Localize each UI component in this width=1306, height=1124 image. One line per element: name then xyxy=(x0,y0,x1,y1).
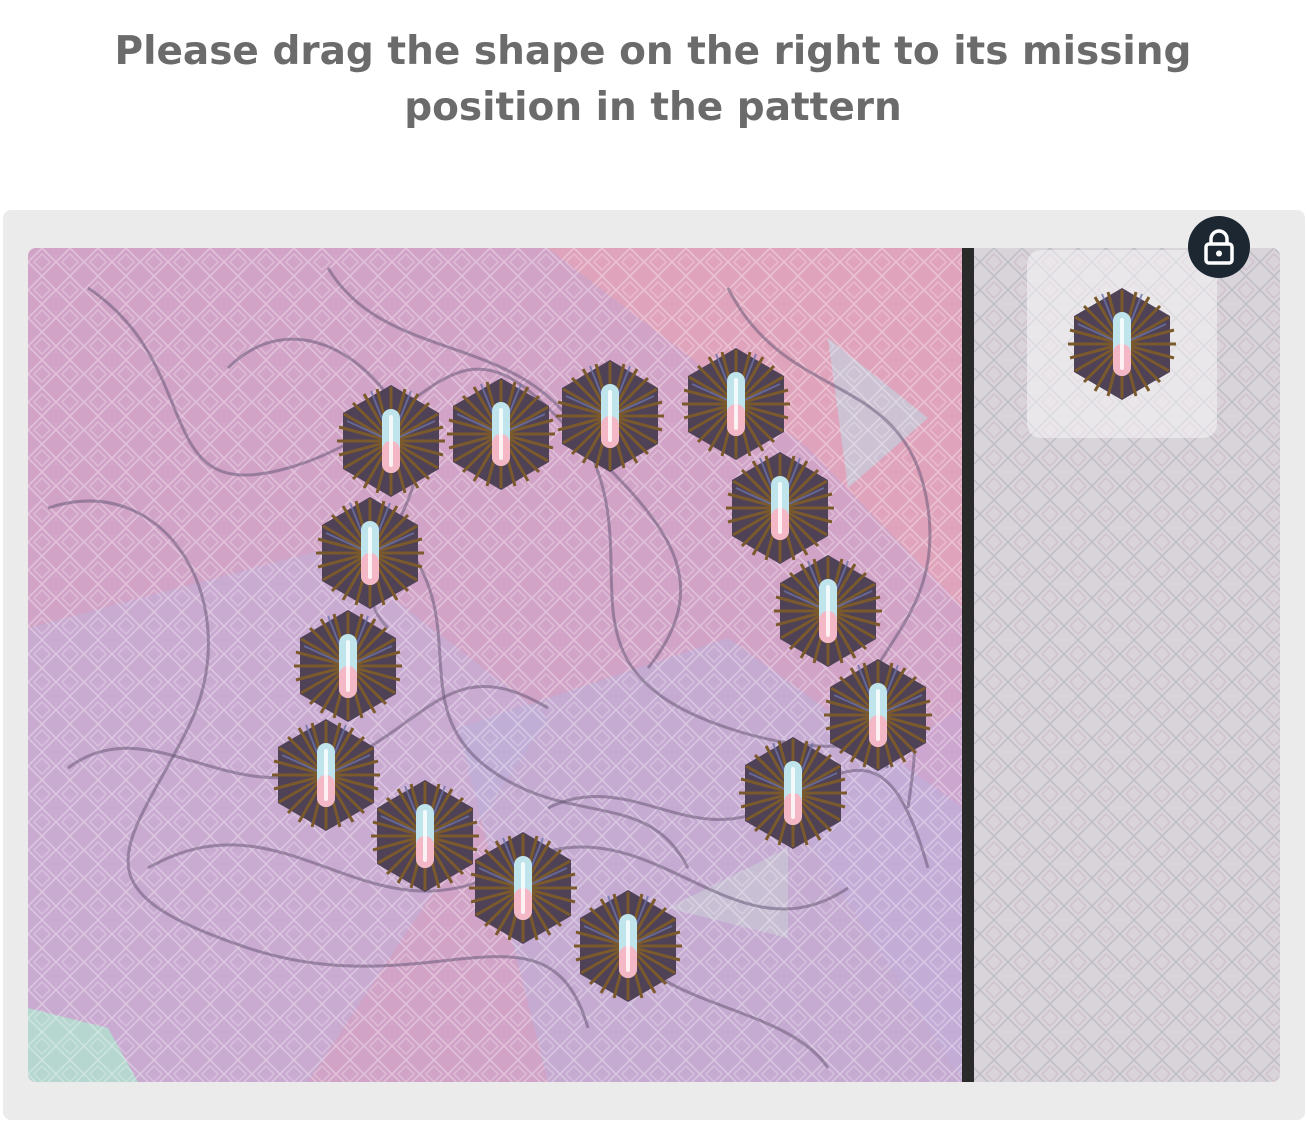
lock-button[interactable] xyxy=(1188,216,1250,278)
lock-icon xyxy=(1204,229,1234,265)
divider-bar xyxy=(962,248,974,1082)
hexagon-burst-icon xyxy=(1066,286,1178,402)
instruction-text: Please drag the shape on the right to it… xyxy=(114,29,1192,130)
draggable-piece-slot[interactable] xyxy=(1027,250,1217,438)
